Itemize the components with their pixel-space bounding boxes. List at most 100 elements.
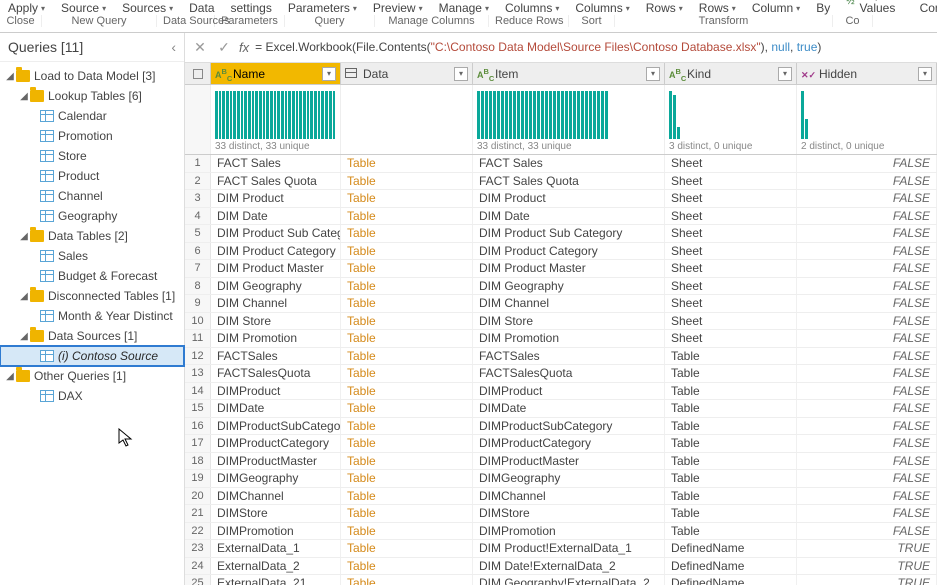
column-header-data[interactable]: Data▾ — [341, 63, 473, 84]
row-number[interactable]: 4 — [185, 208, 211, 225]
fx-icon[interactable]: fx — [239, 40, 249, 55]
query-group-data-sources-1-[interactable]: ◢Data Sources [1] — [0, 326, 184, 346]
cell-hidden[interactable]: FALSE — [797, 295, 937, 312]
table-row[interactable]: 15DIMDateTableDIMDateTableFALSE — [185, 400, 937, 418]
cell-hidden[interactable]: FALSE — [797, 348, 937, 365]
row-number[interactable]: 17 — [185, 435, 211, 452]
table-row[interactable]: 11DIM PromotionTableDIM PromotionSheetFA… — [185, 330, 937, 348]
cell-data[interactable]: Table — [341, 523, 473, 540]
cell-hidden[interactable]: FALSE — [797, 190, 937, 207]
column-filter-icon[interactable]: ▾ — [322, 67, 336, 81]
cell-item[interactable]: DIMStore — [473, 505, 665, 522]
cell-hidden[interactable]: FALSE — [797, 400, 937, 417]
cell-item[interactable]: DIM Product Master — [473, 260, 665, 277]
row-number[interactable]: 22 — [185, 523, 211, 540]
cell-data[interactable]: Table — [341, 155, 473, 172]
cell-name[interactable]: DIMProductSubCategory — [211, 418, 341, 435]
cell-kind[interactable]: DefinedName — [665, 575, 797, 585]
cell-item[interactable]: DIMProductSubCategory — [473, 418, 665, 435]
cell-data[interactable]: Table — [341, 470, 473, 487]
table-row[interactable]: 19DIMGeographyTableDIMGeographyTableFALS… — [185, 470, 937, 488]
cell-data[interactable]: Table — [341, 453, 473, 470]
cell-item[interactable]: DIMProductMaster — [473, 453, 665, 470]
ribbon-cmd-apply[interactable]: Apply▾ — [0, 1, 53, 15]
query-item-promotion[interactable]: Promotion — [0, 126, 184, 146]
table-row[interactable]: 7DIM Product MasterTableDIM Product Mast… — [185, 260, 937, 278]
row-number[interactable]: 21 — [185, 505, 211, 522]
cell-kind[interactable]: Sheet — [665, 155, 797, 172]
query-group-disconnected-tables-1-[interactable]: ◢Disconnected Tables [1] — [0, 286, 184, 306]
query-group-lookup-tables-6-[interactable]: ◢Lookup Tables [6] — [0, 86, 184, 106]
cell-hidden[interactable]: FALSE — [797, 365, 937, 382]
cell-hidden[interactable]: FALSE — [797, 225, 937, 242]
row-number[interactable]: 13 — [185, 365, 211, 382]
table-row[interactable]: 24ExternalData_2TableDIM Date!ExternalDa… — [185, 558, 937, 576]
query-item--i-contoso-source[interactable]: (i) Contoso Source — [0, 346, 184, 366]
query-item-product[interactable]: Product — [0, 166, 184, 186]
row-number[interactable]: 14 — [185, 383, 211, 400]
table-row[interactable]: 4DIM DateTableDIM DateSheetFALSE — [185, 208, 937, 226]
query-item-store[interactable]: Store — [0, 146, 184, 166]
select-all-corner[interactable] — [185, 63, 211, 84]
cell-name[interactable]: DIMChannel — [211, 488, 341, 505]
cell-item[interactable]: DIM Product — [473, 190, 665, 207]
cell-name[interactable]: DIM Product — [211, 190, 341, 207]
cell-hidden[interactable]: FALSE — [797, 488, 937, 505]
query-item-dax[interactable]: DAX — [0, 386, 184, 406]
cell-item[interactable]: DIM Date — [473, 208, 665, 225]
cell-item[interactable]: DIM Channel — [473, 295, 665, 312]
cell-kind[interactable]: Sheet — [665, 260, 797, 277]
cell-hidden[interactable]: TRUE — [797, 575, 937, 585]
cell-data[interactable]: Table — [341, 243, 473, 260]
table-row[interactable]: 8DIM GeographyTableDIM GeographySheetFAL… — [185, 278, 937, 296]
cell-hidden[interactable]: FALSE — [797, 173, 937, 190]
cell-item[interactable]: FACTSales — [473, 348, 665, 365]
column-filter-icon[interactable]: ▾ — [454, 67, 468, 81]
table-row[interactable]: 10DIM StoreTableDIM StoreSheetFALSE — [185, 313, 937, 331]
ribbon-cmd-column[interactable]: Column▾ — [744, 1, 808, 15]
cell-item[interactable]: FACT Sales — [473, 155, 665, 172]
cell-data[interactable]: Table — [341, 505, 473, 522]
row-number[interactable]: 25 — [185, 575, 211, 585]
row-number[interactable]: 11 — [185, 330, 211, 347]
tree-twisty-icon[interactable]: ◢ — [18, 331, 30, 342]
cell-name[interactable]: DIMGeography — [211, 470, 341, 487]
cell-item[interactable]: DIMDate — [473, 400, 665, 417]
ribbon-cmd-settings[interactable]: settings — [223, 1, 280, 15]
cell-name[interactable]: FACT Sales — [211, 155, 341, 172]
cell-data[interactable]: Table — [341, 313, 473, 330]
cell-name[interactable]: ExternalData_21 — [211, 575, 341, 585]
tree-twisty-icon[interactable]: ◢ — [18, 231, 30, 242]
cell-data[interactable]: Table — [341, 558, 473, 575]
cell-kind[interactable]: Table — [665, 348, 797, 365]
cell-name[interactable]: DIM Geography — [211, 278, 341, 295]
cell-kind[interactable]: Sheet — [665, 313, 797, 330]
cell-item[interactable]: DIMGeography — [473, 470, 665, 487]
cell-data[interactable]: Table — [341, 260, 473, 277]
commit-formula-icon[interactable]: ✓ — [215, 39, 233, 56]
cell-data[interactable]: Table — [341, 540, 473, 557]
cell-data[interactable]: Table — [341, 208, 473, 225]
cell-data[interactable]: Table — [341, 278, 473, 295]
cell-name[interactable]: ExternalData_2 — [211, 558, 341, 575]
cell-item[interactable]: DIM Promotion — [473, 330, 665, 347]
cell-name[interactable]: DIMPromotion — [211, 523, 341, 540]
cell-data[interactable]: Table — [341, 400, 473, 417]
table-row[interactable]: 17DIMProductCategoryTableDIMProductCateg… — [185, 435, 937, 453]
cell-data[interactable]: Table — [341, 575, 473, 585]
tree-twisty-icon[interactable]: ◢ — [4, 371, 16, 382]
table-row[interactable]: 13FACTSalesQuotaTableFACTSalesQuotaTable… — [185, 365, 937, 383]
cell-hidden[interactable]: FALSE — [797, 505, 937, 522]
cell-item[interactable]: DIMChannel — [473, 488, 665, 505]
query-item-channel[interactable]: Channel — [0, 186, 184, 206]
cell-name[interactable]: DIMDate — [211, 400, 341, 417]
table-row[interactable]: 18DIMProductMasterTableDIMProductMasterT… — [185, 453, 937, 471]
cell-data[interactable]: Table — [341, 225, 473, 242]
cell-data[interactable]: Table — [341, 173, 473, 190]
ribbon-cmd-manage[interactable]: Manage▾ — [431, 1, 497, 15]
cell-kind[interactable]: Sheet — [665, 225, 797, 242]
cell-name[interactable]: ExternalData_1 — [211, 540, 341, 557]
row-number[interactable]: 10 — [185, 313, 211, 330]
table-row[interactable]: 3DIM ProductTableDIM ProductSheetFALSE — [185, 190, 937, 208]
row-number[interactable]: 3 — [185, 190, 211, 207]
